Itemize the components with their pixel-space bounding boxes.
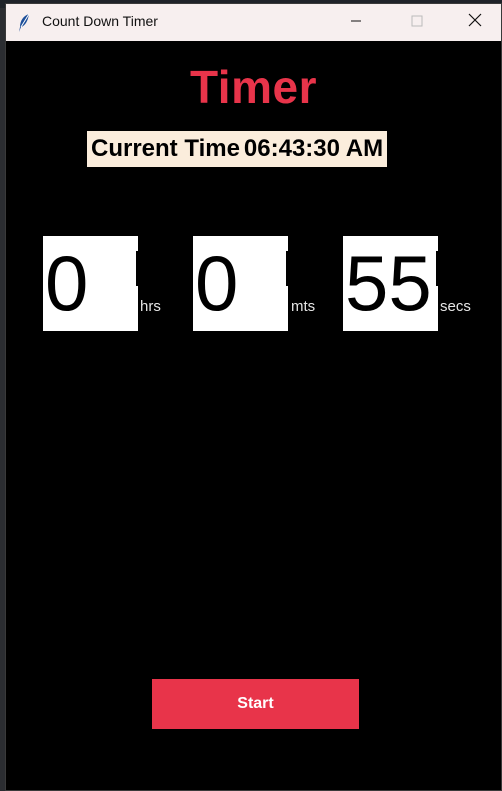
seconds-unit-label: secs xyxy=(440,298,471,315)
current-time-label: Current Time xyxy=(91,135,240,162)
close-button[interactable] xyxy=(452,4,498,41)
app-window: Count Down Timer Timer Current Time 06:4… xyxy=(5,3,502,791)
minutes-unit-label: mts xyxy=(291,298,316,315)
minimize-icon xyxy=(350,14,362,32)
minutes-input[interactable]: 0 xyxy=(193,236,288,331)
minimize-button[interactable] xyxy=(333,4,379,41)
current-time-display: Current Time 06:43:30 AM xyxy=(87,131,388,167)
hours-caret xyxy=(136,251,139,286)
page-title: Timer xyxy=(190,61,317,113)
hours-input[interactable]: 0 xyxy=(43,236,138,331)
hours-unit-label: hrs xyxy=(140,298,161,315)
maximize-icon xyxy=(411,14,423,32)
close-icon xyxy=(468,13,482,32)
feather-icon xyxy=(17,13,31,33)
title-bar[interactable]: Count Down Timer xyxy=(6,4,501,41)
minutes-caret xyxy=(286,251,289,286)
seconds-input[interactable]: 55 xyxy=(343,236,438,331)
window-title: Count Down Timer xyxy=(42,13,158,29)
maximize-button[interactable] xyxy=(394,4,440,41)
current-time-value: 06:43:30 AM xyxy=(243,135,384,162)
seconds-caret xyxy=(436,251,439,286)
start-button[interactable]: Start xyxy=(152,679,359,729)
